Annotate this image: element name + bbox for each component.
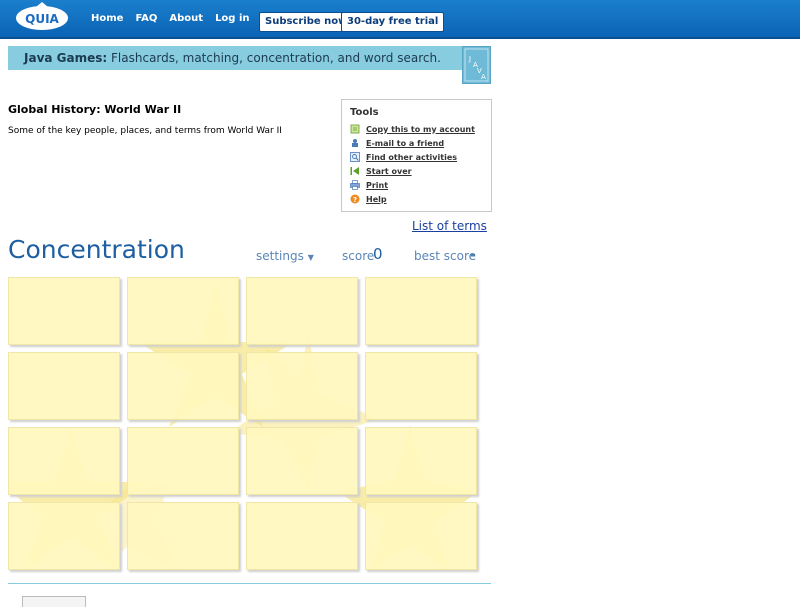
tool-label: E-mail to a friend bbox=[366, 138, 445, 148]
banner-heading: Java Games: bbox=[24, 51, 108, 65]
free-trial-button[interactable]: 30-day free trial bbox=[341, 12, 445, 32]
score-value: 0 bbox=[373, 245, 383, 263]
score-label: score bbox=[342, 249, 375, 263]
card-16[interactable] bbox=[365, 502, 477, 570]
svg-text:QUIA: QUIA bbox=[25, 12, 59, 26]
java-icon: J A V A bbox=[464, 48, 489, 82]
activity-title: Global History: World War II bbox=[8, 103, 182, 116]
start-over-icon bbox=[350, 167, 359, 175]
tools-title: Tools bbox=[350, 107, 379, 118]
card-2[interactable] bbox=[127, 277, 239, 345]
card-11[interactable] bbox=[246, 427, 358, 495]
list-of-terms-link[interactable]: List of terms bbox=[412, 219, 487, 233]
tool-label: Start over bbox=[366, 166, 412, 176]
card-5[interactable] bbox=[8, 352, 120, 420]
game-title: Concentration bbox=[8, 235, 185, 264]
svg-text:J: J bbox=[468, 55, 471, 63]
svg-text:A: A bbox=[481, 73, 486, 81]
card-14[interactable] bbox=[127, 502, 239, 570]
tools-panel: Tools Copy this to my account E-mail to … bbox=[341, 99, 492, 212]
tool-label: Find other activities bbox=[366, 152, 458, 162]
tool-start-over[interactable]: Start over bbox=[350, 165, 412, 177]
svg-text:?: ? bbox=[353, 196, 357, 204]
best-score-value: - bbox=[470, 245, 476, 263]
chevron-down-icon: ▼ bbox=[307, 253, 314, 262]
email-icon bbox=[352, 139, 358, 147]
tool-print[interactable]: Print bbox=[350, 179, 388, 191]
tool-label: Help bbox=[366, 194, 387, 204]
card-13[interactable] bbox=[8, 502, 120, 570]
settings-dropdown[interactable]: settings ▼ bbox=[256, 249, 314, 263]
best-score-label: best score bbox=[414, 249, 477, 263]
activity-description: Some of the key people, places, and term… bbox=[8, 126, 282, 136]
card-12[interactable] bbox=[365, 427, 477, 495]
print-icon bbox=[350, 180, 360, 190]
card-3[interactable] bbox=[246, 277, 358, 345]
nav-home-link[interactable]: Home bbox=[91, 13, 123, 24]
concentration-board bbox=[8, 277, 478, 571]
card-8[interactable] bbox=[365, 352, 477, 420]
card-7[interactable] bbox=[246, 352, 358, 420]
top-nav-bar: QUIA Home FAQ About Log in Subscribe now… bbox=[0, 0, 800, 39]
card-1[interactable] bbox=[8, 277, 120, 345]
quia-logo[interactable]: QUIA bbox=[14, 2, 70, 32]
card-4[interactable] bbox=[365, 277, 477, 345]
tool-label: Print bbox=[366, 180, 389, 190]
nav-about-link[interactable]: About bbox=[169, 13, 203, 24]
nav-login-link[interactable]: Log in bbox=[215, 13, 249, 24]
java-games-banner[interactable]: Java Games: Flashcards, matching, concen… bbox=[8, 46, 491, 84]
divider bbox=[8, 583, 491, 584]
copy-icon bbox=[350, 124, 360, 134]
bottom-tab-button[interactable] bbox=[22, 596, 86, 607]
tool-label: Copy this to my account bbox=[366, 124, 475, 134]
tool-copy-to-account[interactable]: Copy this to my account bbox=[350, 123, 475, 135]
help-icon: ? bbox=[350, 194, 360, 204]
banner-text: Flashcards, matching, concentration, and… bbox=[107, 51, 441, 65]
settings-label: settings bbox=[256, 249, 304, 263]
card-15[interactable] bbox=[246, 502, 358, 570]
card-9[interactable] bbox=[8, 427, 120, 495]
tool-email-friend[interactable]: E-mail to a friend bbox=[350, 137, 444, 149]
subscribe-button[interactable]: Subscribe now bbox=[259, 12, 354, 32]
tool-help[interactable]: ? Help bbox=[350, 193, 387, 205]
search-icon bbox=[350, 152, 360, 162]
tool-find-activities[interactable]: Find other activities bbox=[350, 151, 457, 163]
card-6[interactable] bbox=[127, 352, 239, 420]
java-badge: J A V A bbox=[462, 46, 491, 84]
nav-faq-link[interactable]: FAQ bbox=[135, 13, 157, 24]
card-10[interactable] bbox=[127, 427, 239, 495]
